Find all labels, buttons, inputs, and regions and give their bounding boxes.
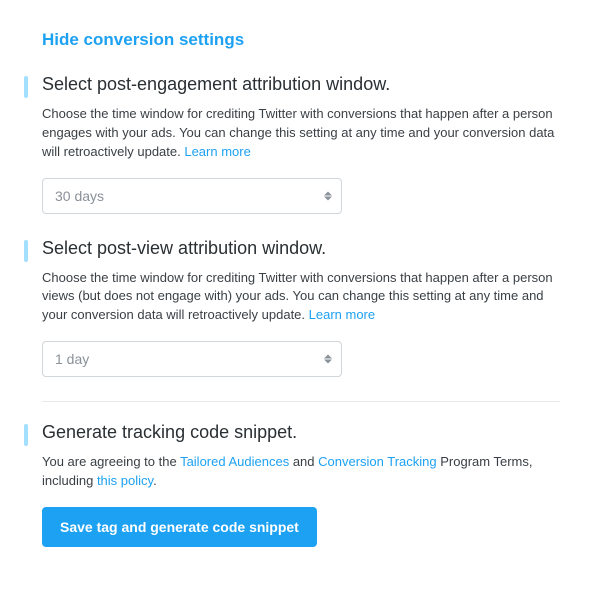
terms-pre: You are agreeing to the	[42, 454, 180, 469]
learn-more-link[interactable]: Learn more	[184, 144, 250, 159]
section-post-view: Select post-view attribution window. Cho…	[24, 238, 560, 378]
section-description: Choose the time window for crediting Twi…	[42, 105, 560, 162]
select-value: 1 day	[55, 351, 89, 367]
tailored-audiences-link[interactable]: Tailored Audiences	[180, 454, 289, 469]
divider	[42, 401, 560, 402]
section-marker-icon	[24, 240, 28, 262]
section-heading: Select post-view attribution window.	[42, 238, 560, 259]
terms-text: You are agreeing to the Tailored Audienc…	[42, 453, 560, 491]
terms-post: .	[153, 473, 157, 488]
section-generate-snippet: Generate tracking code snippet. You are …	[24, 422, 560, 547]
section-marker-icon	[24, 424, 28, 446]
hide-conversion-settings-link[interactable]: Hide conversion settings	[42, 30, 244, 50]
section-heading: Select post-engagement attribution windo…	[42, 74, 560, 95]
select-value: 30 days	[55, 188, 104, 204]
engagement-window-select-wrap: 30 days	[42, 178, 342, 214]
learn-more-link[interactable]: Learn more	[309, 307, 375, 322]
engagement-window-select[interactable]: 30 days	[42, 178, 342, 214]
description-text: Choose the time window for crediting Twi…	[42, 106, 554, 159]
section-post-engagement: Select post-engagement attribution windo…	[24, 74, 560, 214]
section-description: Choose the time window for crediting Twi…	[42, 269, 560, 326]
section-heading: Generate tracking code snippet.	[42, 422, 560, 443]
terms-mid: and	[289, 454, 318, 469]
conversion-tracking-link[interactable]: Conversion Tracking	[318, 454, 437, 469]
view-window-select[interactable]: 1 day	[42, 341, 342, 377]
section-marker-icon	[24, 76, 28, 98]
this-policy-link[interactable]: this policy	[97, 473, 153, 488]
view-window-select-wrap: 1 day	[42, 341, 342, 377]
description-text: Choose the time window for crediting Twi…	[42, 270, 553, 323]
